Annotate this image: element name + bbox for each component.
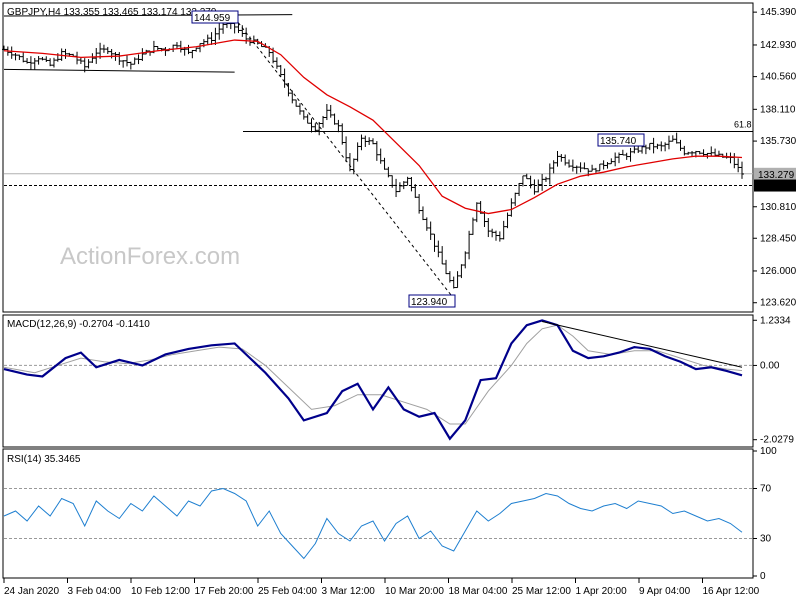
price-tick-label: 142.930: [760, 40, 797, 51]
support-label: 132.400: [758, 182, 795, 193]
last-price-label: 133.279: [758, 170, 795, 181]
time-tick-label: 16 Apr 12:00: [703, 586, 760, 597]
rsi-tick-label: 30: [760, 534, 772, 545]
price-tick-label: 145.390: [760, 7, 797, 18]
time-tick-label: 10 Mar 20:00: [385, 586, 444, 597]
macd-tick-label: -2.0279: [760, 435, 794, 446]
price-tick-label: 123.620: [760, 298, 797, 309]
price-tick-label: 138.110: [760, 104, 796, 115]
fib-label: 61.8: [734, 119, 752, 129]
trading-chart: ActionForex.com GBPJPY,H4 133.355 133.46…: [2, 2, 797, 597]
rsi-tick-label: 100: [760, 446, 777, 457]
price-tick-label: 130.810: [760, 202, 797, 213]
price-annotation: 144.959: [194, 13, 231, 24]
rsi-tick-label: 0: [760, 571, 766, 582]
time-tick-label: 17 Feb 20:00: [195, 586, 254, 597]
macd-tick-label: 0.00: [760, 360, 780, 371]
time-tick-label: 10 Feb 12:00: [131, 586, 190, 597]
time-tick-label: 9 Apr 04:00: [639, 586, 691, 597]
watermark: ActionForex.com: [60, 243, 240, 270]
time-tick-label: 25 Feb 04:00: [258, 586, 317, 597]
time-tick-label: 24 Jan 2020: [4, 586, 59, 597]
rsi-panel: [2, 448, 754, 579]
price-tick-label: 126.000: [760, 266, 797, 277]
price-tick-label: 140.560: [760, 72, 797, 83]
time-tick-label: 25 Mar 12:00: [512, 586, 571, 597]
macd-header: MACD(12,26,9) -0.2704 -0.1410: [7, 319, 150, 330]
time-tick-label: 1 Apr 20:00: [576, 586, 628, 597]
rsi-tick-label: 70: [760, 484, 772, 495]
price-tick-label: 135.730: [760, 136, 797, 147]
time-tick-label: 18 Mar 04:00: [449, 586, 508, 597]
price-annotation: 123.940: [411, 297, 448, 308]
macd-panel: [2, 314, 754, 448]
price-tick-label: 128.450: [760, 233, 797, 244]
price-annotation: 135.740: [600, 136, 637, 147]
rsi-header: RSI(14) 35.3465: [7, 454, 81, 465]
macd-tick-label: 1.2334: [760, 315, 791, 326]
time-tick-label: 3 Feb 04:00: [68, 586, 122, 597]
time-tick-label: 3 Mar 12:00: [322, 586, 376, 597]
